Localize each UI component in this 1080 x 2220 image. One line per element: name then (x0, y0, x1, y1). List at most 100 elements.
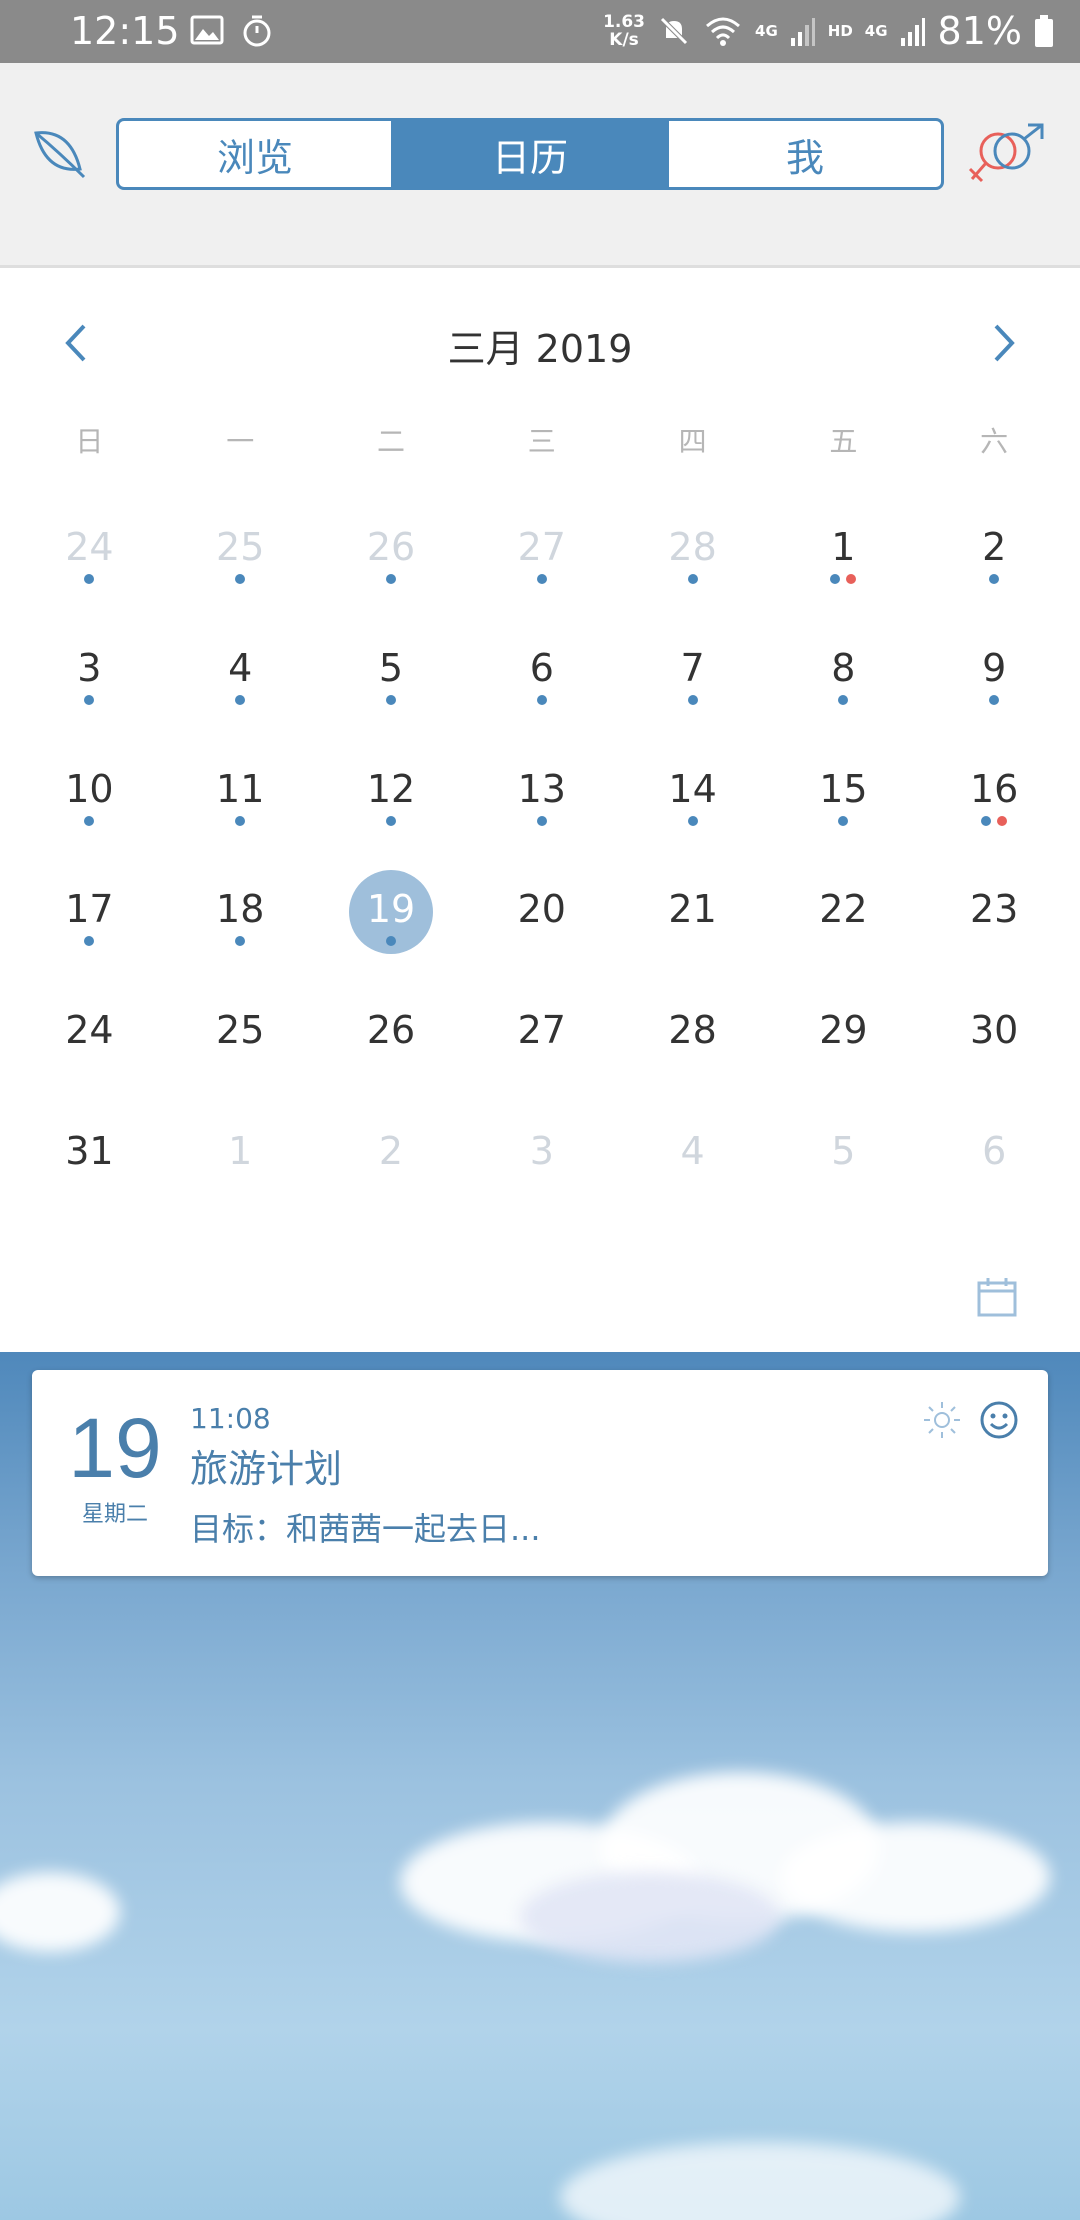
day-cell[interactable]: 4 (617, 1104, 768, 1225)
day-number: 27 (517, 525, 566, 569)
status-time: 12:15 (70, 9, 180, 53)
day-cell[interactable]: 29 (768, 983, 919, 1104)
event-dots (838, 815, 849, 826)
day-cell[interactable]: 27 (466, 983, 617, 1104)
day-cell[interactable]: 15 (768, 742, 919, 863)
chevron-right-icon[interactable] (978, 316, 1028, 370)
day-cell[interactable]: 30 (919, 983, 1070, 1104)
calendar-icon[interactable] (976, 1276, 1018, 1318)
day-number: 1 (831, 525, 856, 569)
day-cell[interactable]: 5 (768, 1104, 919, 1225)
days-grid: 24 25 26 27 28 1 2 3 4 5 6 7 8 9 10 11 12 13 14 15 16 17 18 19 2… (14, 500, 1070, 1225)
net-speed-value: 1.63 (603, 12, 646, 32)
day-cell[interactable]: 9 (919, 621, 1070, 742)
event-dot-blue (687, 694, 698, 705)
event-time: 11:08 (190, 1402, 271, 1435)
day-cell[interactable]: 25 (165, 500, 316, 621)
sun-icon (924, 1402, 960, 1438)
day-cell[interactable]: 6 (466, 621, 617, 742)
event-dot-blue (981, 815, 992, 826)
day-cell[interactable]: 25 (165, 983, 316, 1104)
day-number: 5 (831, 1128, 856, 1173)
day-cell[interactable]: 1 (165, 1104, 316, 1225)
net-speed: 1.63 K/s (603, 13, 645, 49)
day-number: 18 (216, 887, 265, 932)
status-right-group: 1.63 K/s 4G HD 4G 81% (603, 8, 1054, 54)
event-dots (84, 936, 95, 947)
day-cell[interactable]: 26 (316, 983, 467, 1104)
event-dots (536, 694, 547, 705)
day-cell[interactable]: 2 (919, 500, 1070, 621)
month-title: 三月 2019 (447, 327, 633, 371)
weekday-label: 四 (678, 425, 707, 458)
cloud (780, 1822, 1050, 1932)
day-cell[interactable]: 11 (165, 742, 316, 863)
event-dot-blue (84, 574, 95, 584)
day-number: 27 (517, 1008, 566, 1053)
event-dot-blue (536, 815, 547, 826)
day-cell[interactable]: 3 (466, 1104, 617, 1225)
day-cell[interactable]: 28 (617, 500, 768, 621)
day-number: 4 (680, 1128, 705, 1173)
day-cell[interactable]: 31 (14, 1104, 165, 1225)
event-dots (830, 574, 857, 584)
event-dot-blue (385, 574, 396, 584)
event-dots (235, 694, 246, 705)
event-dot-blue (830, 574, 841, 584)
day-cell[interactable]: 23 (919, 862, 1070, 983)
day-number: 11 (216, 766, 265, 811)
day-cell[interactable]: 2 (316, 1104, 467, 1225)
event-dot-blue (536, 574, 547, 584)
day-cell[interactable]: 4 (165, 621, 316, 742)
day-cell[interactable]: 26 (316, 500, 467, 621)
day-cell[interactable]: 24 (14, 500, 165, 621)
day-cell[interactable]: 17 (14, 862, 165, 983)
event-dot-blue (84, 815, 95, 826)
day-cell[interactable]: 8 (768, 621, 919, 742)
day-number: 28 (668, 525, 717, 569)
day-cell[interactable]: 3 (14, 621, 165, 742)
event-dots (989, 694, 1000, 705)
event-dot-blue (687, 815, 698, 826)
day-cell[interactable]: 7 (617, 621, 768, 742)
day-cell[interactable]: 16 (919, 742, 1070, 863)
day-cell[interactable]: 13 (466, 742, 617, 863)
event-dots (687, 815, 698, 826)
tab-me[interactable]: 我 (666, 121, 941, 187)
event-dot-blue (84, 936, 95, 947)
gender-icon[interactable] (966, 123, 1046, 187)
day-cell[interactable]: 6 (919, 1104, 1070, 1225)
day-cell-selected[interactable]: 19 (316, 862, 467, 983)
day-cell[interactable]: 22 (768, 862, 919, 983)
cloud (520, 1872, 780, 1962)
day-number: 14 (668, 766, 717, 811)
day-cell[interactable]: 12 (316, 742, 467, 863)
event-dots (989, 574, 1000, 584)
day-cell[interactable]: 28 (617, 983, 768, 1104)
tab-browse[interactable]: 浏览 (119, 121, 391, 187)
day-cell[interactable]: 27 (466, 500, 617, 621)
tab-me-label: 我 (785, 135, 824, 180)
day-cell[interactable]: 24 (14, 983, 165, 1104)
day-cell[interactable]: 21 (617, 862, 768, 983)
day-cell[interactable]: 14 (617, 742, 768, 863)
app-header: 浏览 日历 我 (0, 63, 1080, 268)
event-dots (84, 815, 95, 826)
day-number: 8 (831, 645, 856, 690)
event-card[interactable]: 19 星期二 11:08 旅游计划 目标：和茜茜一起去日... (32, 1370, 1048, 1576)
leaf-icon[interactable] (30, 125, 86, 181)
day-cell[interactable]: 1 (768, 500, 919, 621)
day-cell[interactable]: 18 (165, 862, 316, 983)
day-cell[interactable]: 5 (316, 621, 467, 742)
day-cell[interactable]: 10 (14, 742, 165, 863)
day-number: 24 (65, 525, 114, 569)
event-dots (536, 574, 547, 584)
day-number: 1 (228, 1128, 253, 1173)
event-dots (981, 815, 1008, 826)
hd-label: HD (827, 22, 853, 40)
day-cell[interactable]: 20 (466, 862, 617, 983)
status-bar: 12:15 1.63 K/s 4G HD 4G 81% (0, 0, 1080, 63)
tab-calendar[interactable]: 日历 (391, 121, 666, 187)
day-number: 26 (366, 1008, 416, 1053)
day-number: 23 (970, 887, 1019, 932)
